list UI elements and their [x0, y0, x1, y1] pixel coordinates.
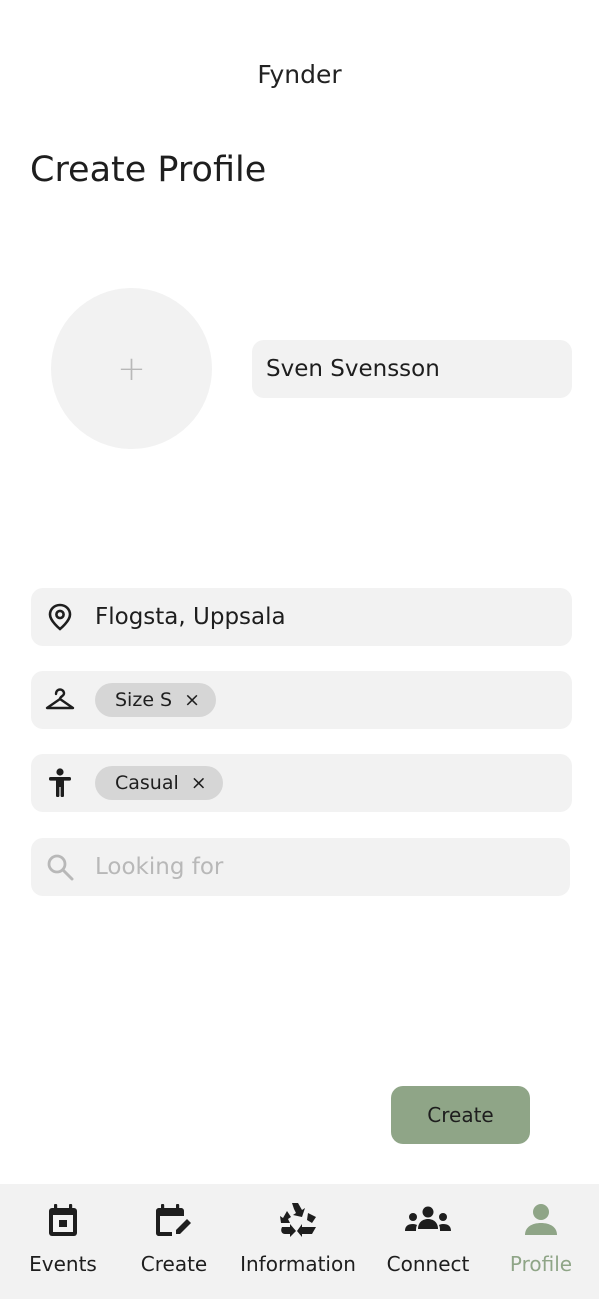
looking-for-placeholder: Looking for: [95, 854, 224, 880]
remove-chip-icon[interactable]: ×: [184, 689, 200, 711]
location-pin-icon: [45, 602, 75, 632]
page-title: Create Profile: [30, 150, 267, 190]
nav-item-connect[interactable]: Connect: [384, 1184, 472, 1299]
looking-for-field[interactable]: Looking for: [31, 838, 570, 896]
calendar-edit-icon: [154, 1200, 194, 1240]
style-chip: Casual ×: [95, 766, 223, 800]
nav-item-profile[interactable]: Profile: [505, 1184, 577, 1299]
chip-label: Size S: [115, 689, 173, 711]
size-field[interactable]: Size S ×: [31, 671, 572, 729]
search-icon: [45, 852, 75, 882]
nav-label: Connect: [386, 1252, 470, 1276]
calendar-icon: [47, 1200, 79, 1240]
hanger-icon: [45, 685, 75, 715]
bottom-nav: Events Create Information Connect Profil…: [0, 1184, 599, 1299]
nav-label: Create: [140, 1252, 208, 1276]
add-photo-icon: +: [117, 348, 146, 389]
location-field[interactable]: Flogsta, Uppsala: [31, 588, 572, 646]
nav-item-create[interactable]: Create: [134, 1184, 214, 1299]
nav-item-information[interactable]: Information: [236, 1184, 360, 1299]
nav-label: Events: [29, 1252, 97, 1276]
group-icon: [404, 1200, 452, 1240]
name-value: Sven Svensson: [266, 356, 440, 382]
name-field[interactable]: Sven Svensson: [252, 340, 572, 398]
person-icon: [523, 1200, 559, 1240]
remove-chip-icon[interactable]: ×: [191, 772, 207, 794]
create-button[interactable]: Create: [391, 1086, 530, 1144]
nav-label: Information: [240, 1252, 356, 1276]
chip-label: Casual: [115, 772, 179, 794]
style-field[interactable]: Casual ×: [31, 754, 572, 812]
avatar-picker[interactable]: +: [51, 288, 212, 449]
person-icon: [45, 768, 75, 798]
size-chip: Size S ×: [95, 683, 217, 717]
location-value: Flogsta, Uppsala: [95, 604, 286, 630]
nav-item-events[interactable]: Events: [22, 1184, 104, 1299]
app-title: Fynder: [257, 60, 342, 89]
recycle-icon: [278, 1200, 318, 1240]
nav-label: Profile: [509, 1252, 573, 1276]
